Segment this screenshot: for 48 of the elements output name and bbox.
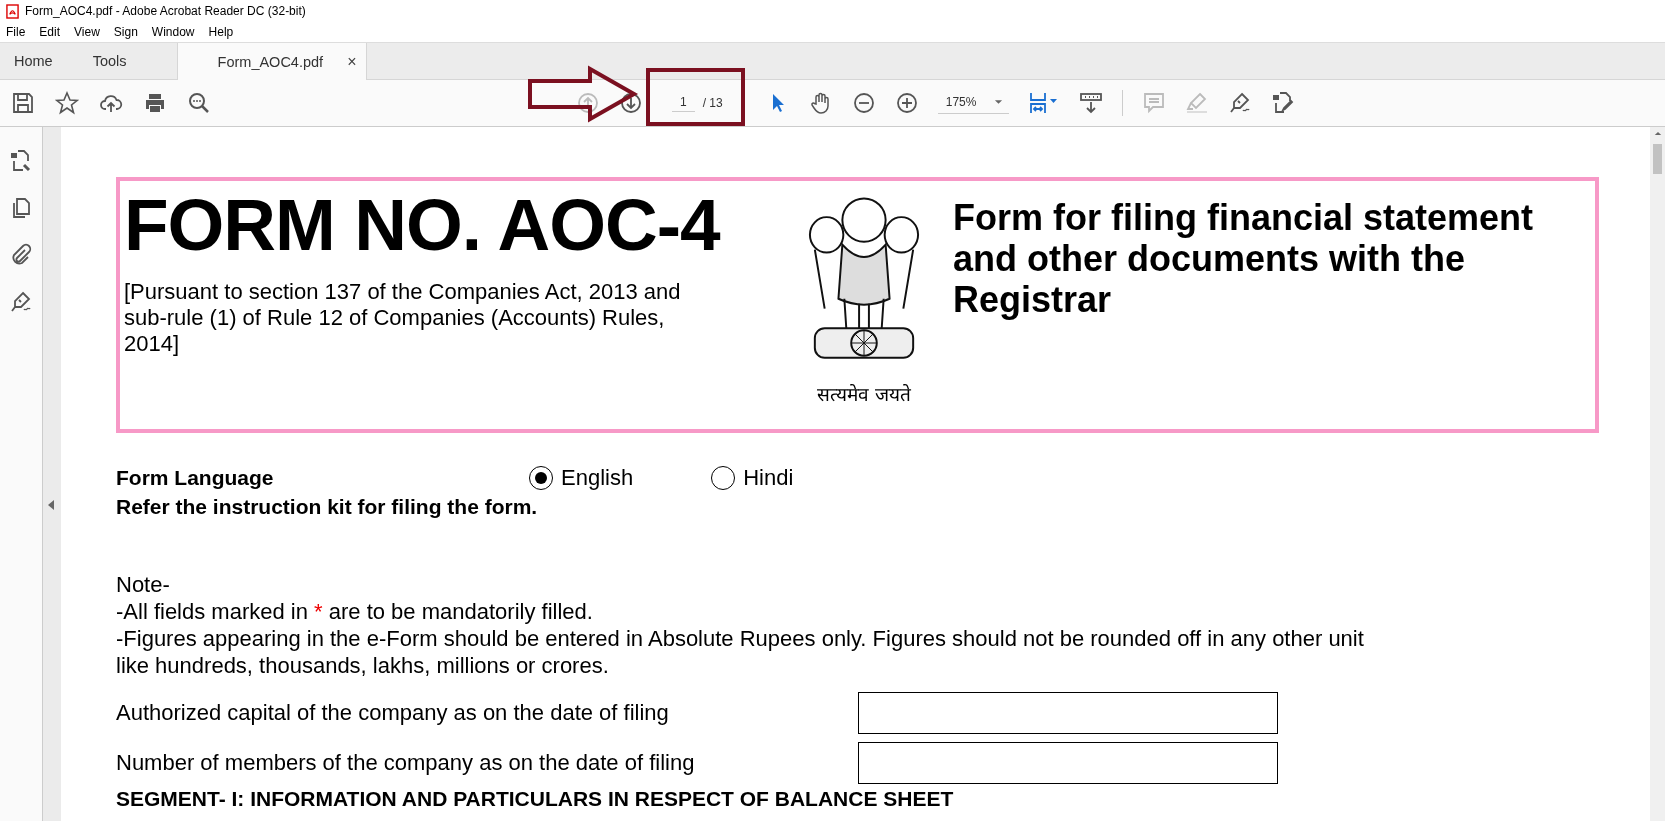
document-search-icon[interactable] <box>9 149 33 173</box>
scroll-up-icon[interactable] <box>1653 131 1662 136</box>
instruction-text: Refer the instruction kit for filing the form. <box>116 495 539 519</box>
input-field[interactable] <box>858 742 1278 784</box>
menu-item[interactable]: Help <box>208 25 234 39</box>
language-radio[interactable]: Hindi <box>711 465 794 491</box>
zoom-out-icon[interactable] <box>851 91 876 115</box>
print-icon[interactable] <box>143 91 167 115</box>
field-label: Authorized capital of the company as on the date of filing <box>116 700 670 726</box>
tab[interactable]: Tools <box>72 43 147 79</box>
tab[interactable]: Home <box>0 43 73 79</box>
pen-sign-icon[interactable] <box>9 290 33 314</box>
page-number-field[interactable]: 1 <box>672 94 695 112</box>
edit-document-icon[interactable] <box>1271 91 1296 115</box>
arrow-down-icon[interactable] <box>619 91 643 115</box>
caret-icon[interactable] <box>994 98 1004 105</box>
search-icon[interactable] <box>187 91 211 115</box>
zoom-in-icon[interactable] <box>894 91 919 115</box>
zoom-dropdown[interactable]: 175% <box>937 92 1010 114</box>
menu-item[interactable]: Sign <box>113 25 138 39</box>
note-title: Note- <box>116 571 171 598</box>
menu-item[interactable]: View <box>74 25 100 39</box>
motto-text: सत्यमेव जयते <box>816 383 911 405</box>
close-icon[interactable]: × <box>347 52 357 71</box>
collapse-icon[interactable] <box>48 500 54 510</box>
menu-item[interactable]: File <box>6 25 26 39</box>
star-icon[interactable] <box>55 91 79 115</box>
form-language-label: Form Language <box>116 466 275 490</box>
paperclip-icon[interactable] <box>9 243 33 267</box>
note-text: -Figures appearing in the e-Form should be entered in Absolute Rupees only. Figures should not be rounded off in any other unit like hundreds, thousands, lakhs, millions or crores. <box>116 625 1365 679</box>
note-text: -All fields marked in * are to be mandatorily filled. <box>116 598 594 625</box>
form-title: FORM NO. AOC-4 <box>124 185 722 265</box>
arrow-up-icon[interactable] <box>576 91 600 115</box>
menu-item[interactable]: Edit <box>39 25 61 39</box>
field-label: Number of members of the company as on the date of filing <box>116 750 696 776</box>
pdf-icon <box>6 3 19 19</box>
form-heading: Form for filing financial statement and other documents with the Registrar <box>953 197 1535 322</box>
language-radio[interactable]: English <box>529 465 634 491</box>
scrollbar-thumb[interactable] <box>1653 144 1662 174</box>
citation-text: [Pursuant to section 137 of the Companies Act, 2013 and sub-rule (1) of Rule 12 of Companies (Accounts) Rules, 2014] <box>124 279 682 357</box>
section-heading: SEGMENT- I: INFORMATION AND PARTICULARS IN RESPECT OF BALANCE SHEET <box>116 787 955 811</box>
save-icon[interactable] <box>11 91 35 115</box>
tab[interactable]: Form_AOC4.pdf × <box>176 43 368 80</box>
input-field[interactable] <box>858 692 1278 734</box>
menu-item[interactable]: Window <box>151 25 195 39</box>
page-count: / 13 <box>702 96 723 110</box>
scroll-mode-icon[interactable] <box>1079 91 1104 115</box>
window-title: Form_AOC4.pdf - Adobe Acrobat Reader DC (32-bit) <box>25 4 306 18</box>
